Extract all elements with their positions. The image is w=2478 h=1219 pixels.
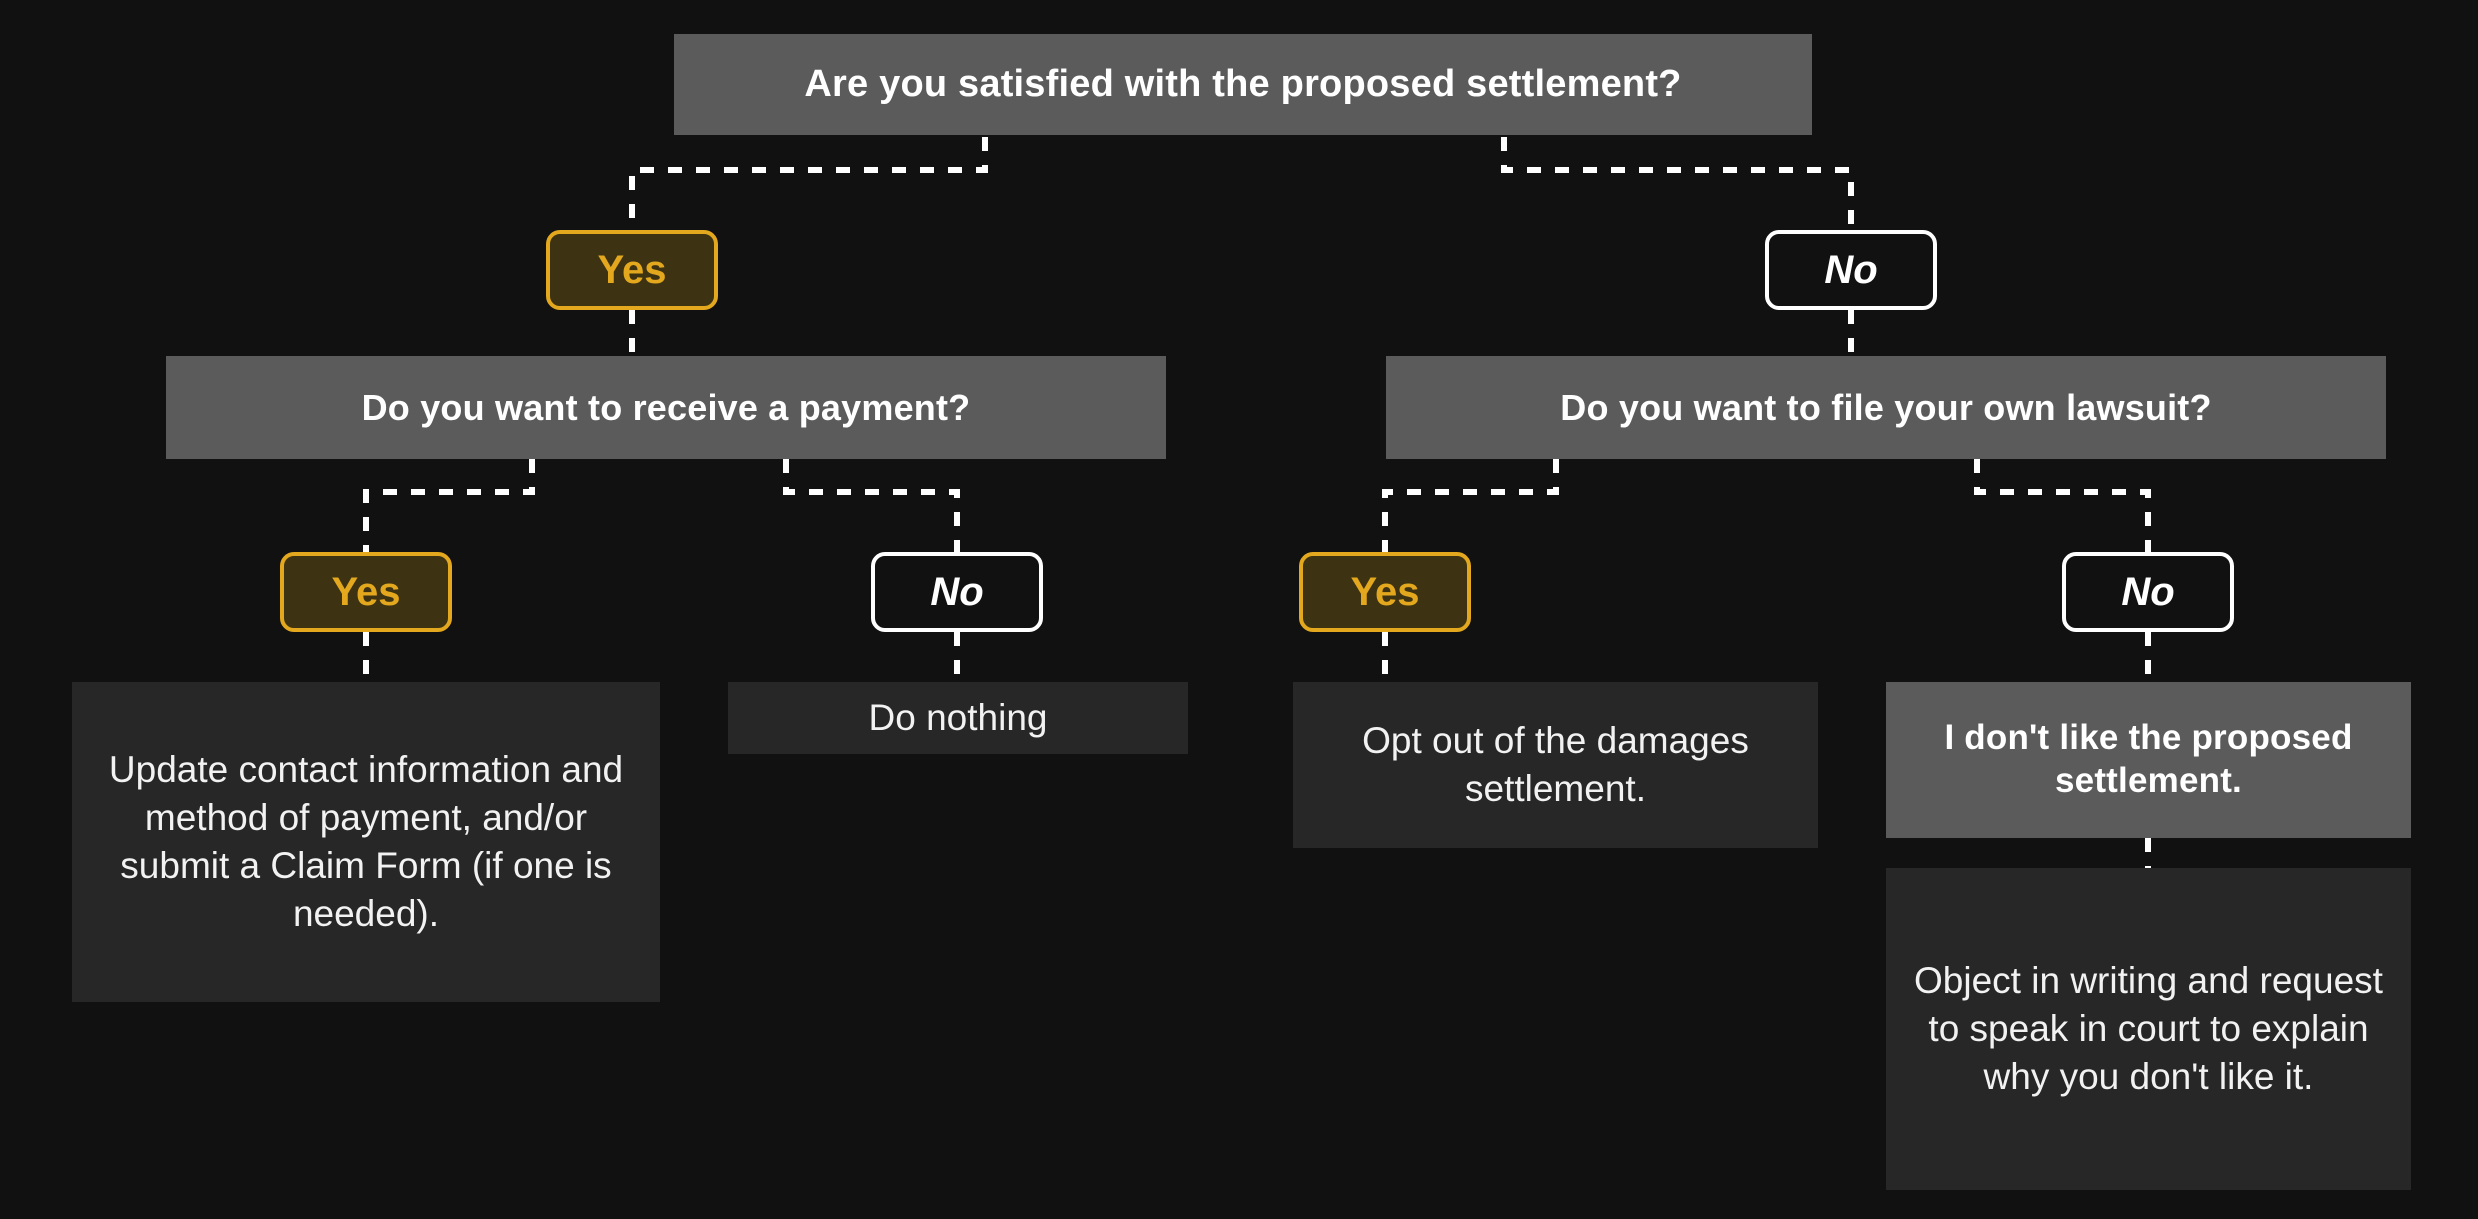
decision-chip-label: Yes — [597, 247, 667, 292]
outcome-label: Opt out of the damages settlement. — [1362, 719, 1749, 809]
connector-payment-to-yes — [363, 459, 535, 552]
outcome-panel-update-contact: Update contact information and method of… — [72, 682, 660, 1002]
outcome-label: Object in writing and request to speak i… — [1914, 959, 2383, 1098]
outcome-panel-opt-out: Opt out of the damages settlement. — [1293, 682, 1818, 848]
question-panel-payment: Do you want to receive a payment? — [166, 356, 1166, 459]
connector-payment-to-no — [783, 459, 960, 552]
decision-chip-label: No — [1824, 247, 1878, 292]
decision-chip-no-lawsuit[interactable]: No — [2062, 552, 2234, 632]
connector-root-to-yes — [629, 137, 988, 230]
root-question-label: Are you satisfied with the proposed sett… — [804, 63, 1682, 106]
decision-chip-no-root[interactable]: No — [1765, 230, 1937, 310]
decision-chip-no-payment[interactable]: No — [871, 552, 1043, 632]
question-panel-lawsuit: Do you want to file your own lawsuit? — [1386, 356, 2386, 459]
outcome-panel-do-nothing: Do nothing — [728, 682, 1188, 754]
decision-chip-label: Yes — [1350, 569, 1420, 614]
decision-chip-label: Yes — [331, 569, 401, 614]
connector-root-to-no — [1501, 137, 1854, 230]
outcome-label: Do nothing — [868, 696, 1048, 738]
outcome-panel-object: Object in writing and request to speak i… — [1886, 868, 2411, 1190]
decision-chip-yes-payment[interactable]: Yes — [280, 552, 452, 632]
diagram-canvas: Are you satisfied with the proposed sett… — [0, 0, 2478, 1219]
outcome-label: Update contact information and method of… — [108, 748, 624, 935]
decision-chip-yes-root[interactable]: Yes — [546, 230, 718, 310]
connector-lawsuit-to-yes — [1382, 459, 1559, 552]
decision-chip-yes-lawsuit[interactable]: Yes — [1299, 552, 1471, 632]
question-label-payment: Do you want to receive a payment? — [361, 386, 971, 428]
connector-lawsuit-to-no — [1974, 459, 2151, 552]
outcome-label: I don't like the proposed settlement. — [1944, 718, 2353, 800]
root-question-panel: Are you satisfied with the proposed sett… — [674, 34, 1812, 135]
decision-chip-label: No — [2121, 569, 2175, 614]
decision-chip-label: No — [930, 569, 984, 614]
outcome-panel-dont-like: I don't like the proposed settlement. — [1886, 682, 2411, 838]
question-label-lawsuit: Do you want to file your own lawsuit? — [1560, 386, 2212, 428]
